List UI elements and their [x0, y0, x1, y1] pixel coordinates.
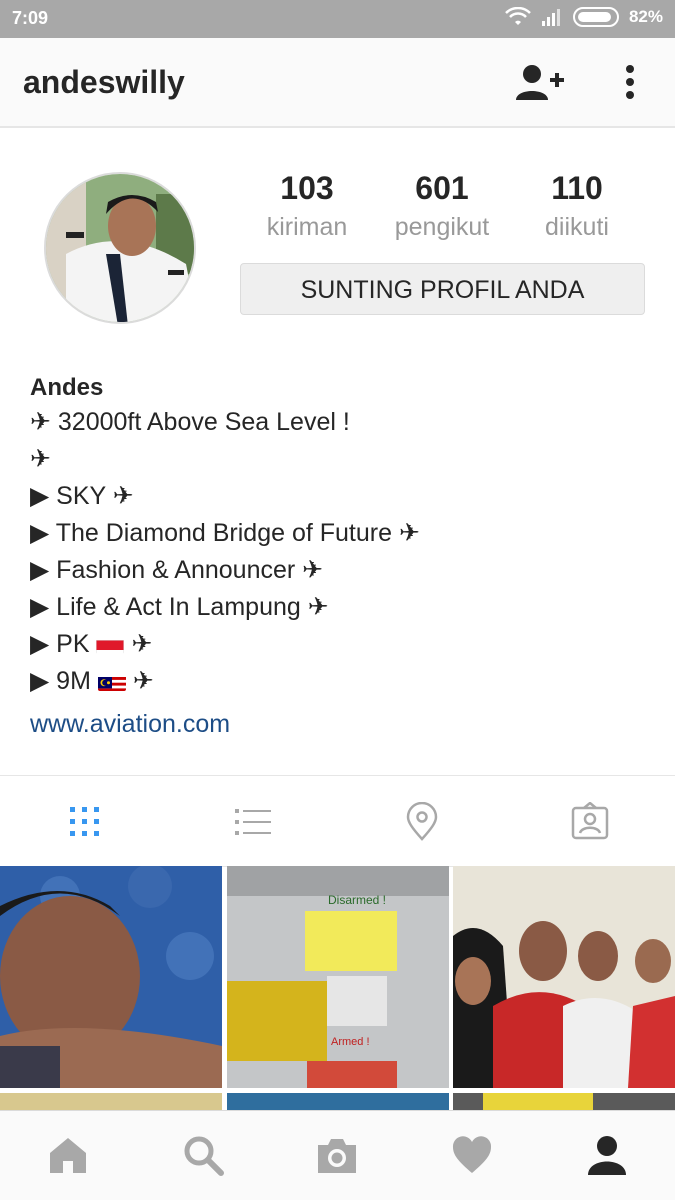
more-vert-icon[interactable] — [615, 64, 645, 104]
stat-posts[interactable]: 103 kiriman — [237, 170, 377, 242]
following-label: diikuti — [545, 213, 609, 241]
location-pin-icon[interactable] — [402, 802, 442, 842]
list-icon[interactable] — [233, 802, 273, 842]
stat-followers[interactable]: 601 pengikut — [372, 170, 512, 242]
heart-icon[interactable] — [450, 1133, 494, 1177]
posts-count: 103 — [280, 170, 334, 206]
followers-count: 601 — [415, 170, 469, 206]
signal-icon — [541, 9, 560, 26]
wifi-icon — [505, 7, 531, 25]
followers-label: pengikut — [394, 213, 490, 241]
bio-line-pk: ▶ PK ✈ — [30, 626, 650, 663]
tagged-icon[interactable] — [570, 802, 610, 842]
bio-line: ▶ Life & Act In Lampung ✈ — [30, 593, 329, 621]
stat-following[interactable]: 110 diikuti — [507, 170, 647, 242]
posts-label: kiriman — [266, 213, 348, 241]
bottom-nav — [0, 1110, 675, 1200]
profile-bio: Andes ✈ 32000ft Above Sea Level ! ✈ ▶ SK… — [30, 372, 650, 748]
top-bar: andeswilly — [0, 38, 675, 128]
disarmed-text: Disarmed ! — [328, 893, 386, 907]
bio-9m-text: ▶ 9M — [30, 667, 91, 695]
grid-photo[interactable] — [0, 866, 222, 1088]
bio-line: ▶ The Diamond Bridge of Future ✈ — [30, 519, 420, 547]
grid-photo[interactable]: Disarmed ! Armed ! — [227, 866, 449, 1088]
grid-icon[interactable] — [65, 802, 105, 842]
bio-9m-plane: ✈ — [132, 667, 154, 695]
bio-pk-plane: ✈ — [131, 630, 153, 658]
following-count: 110 — [551, 170, 603, 206]
status-bar: 7:09 82% — [0, 0, 675, 38]
edit-profile-button[interactable]: SUNTING PROFIL ANDA — [240, 263, 645, 315]
armed-text: Armed ! — [331, 1036, 370, 1048]
bio-line: ✈ 32000ft Above Sea Level ! — [30, 408, 350, 436]
grid-photo[interactable] — [453, 866, 675, 1088]
home-icon[interactable] — [46, 1133, 90, 1177]
bio-line: ▶ Fashion & Announcer ✈ — [30, 556, 324, 584]
indonesia-flag-icon — [96, 634, 125, 654]
bio-line: ▶ SKY ✈ — [30, 482, 134, 510]
profile-username: andeswilly — [23, 64, 185, 100]
camera-icon[interactable] — [315, 1133, 359, 1177]
bio-line: ✈ — [30, 445, 51, 473]
profile-avatar[interactable] — [44, 172, 196, 324]
profile-tabs — [0, 775, 675, 867]
profile-icon[interactable] — [585, 1133, 629, 1177]
status-time: 7:09 — [12, 8, 49, 28]
search-icon[interactable] — [181, 1133, 225, 1177]
bio-line-9m: ▶ 9M ✈ — [30, 663, 650, 700]
bio-pk-text: ▶ PK — [30, 630, 90, 658]
battery-percent: 82% — [628, 7, 663, 26]
add-user-icon[interactable] — [514, 64, 566, 104]
battery-icon — [572, 7, 619, 27]
bio-website-link[interactable]: www.aviation.com — [30, 700, 650, 748]
malaysia-flag-icon — [97, 671, 126, 691]
profile-full-name: Andes — [30, 374, 104, 401]
